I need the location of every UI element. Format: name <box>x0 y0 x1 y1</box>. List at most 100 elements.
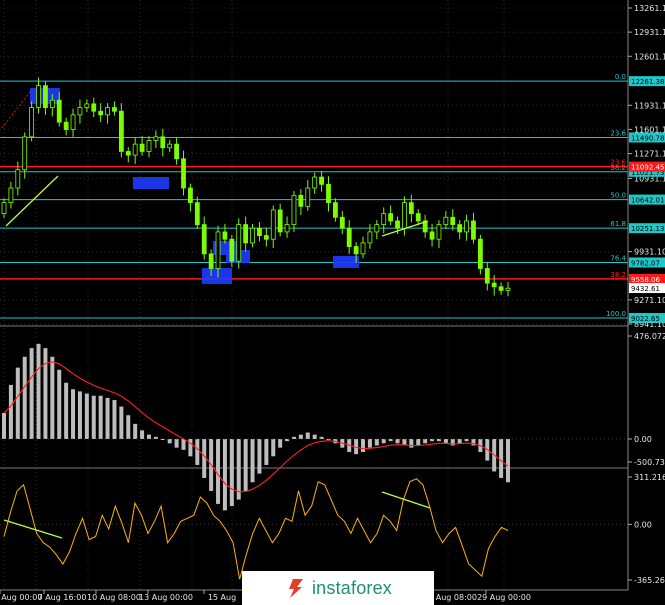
fib-price-text: 11490.78 <box>631 134 664 142</box>
candle-body <box>243 224 249 244</box>
macd-histogram-bar <box>222 439 227 511</box>
candle-body <box>326 183 331 204</box>
macd-histogram-bar <box>98 395 103 439</box>
macd-histogram-bar <box>22 356 27 439</box>
price-tick-label: 13261.10 <box>634 4 665 13</box>
candle-body <box>125 151 131 156</box>
macd-histogram-bar <box>381 439 386 444</box>
cci-line <box>3 478 509 580</box>
candle-body <box>84 103 90 108</box>
candle-body <box>284 224 290 233</box>
macd-histogram-bar <box>188 439 193 457</box>
candle-body <box>319 176 324 185</box>
macd-histogram-bar <box>140 430 145 439</box>
macd-histogram-bar <box>181 439 186 450</box>
candle-body <box>464 220 469 233</box>
time-tick-label: 15 Aug <box>208 593 236 602</box>
price-axis: 13261.1012931.1012601.1011931.1011601.10… <box>628 4 665 329</box>
candle-body <box>29 107 35 138</box>
candle-body <box>63 121 69 130</box>
candle-body <box>236 224 242 262</box>
candle-body <box>132 143 138 156</box>
instaforex-logo-icon <box>288 579 303 598</box>
price-tick-label: 12601.10 <box>634 52 665 61</box>
fib-level-label: 50.0 <box>610 192 626 200</box>
cci-divergence-trendline <box>381 491 431 509</box>
candle-body <box>415 213 421 222</box>
candle-body <box>8 187 14 204</box>
fib-level-label: 0.0 <box>615 73 626 81</box>
watermark-text: instaforex <box>311 577 393 598</box>
candle-body <box>153 136 159 141</box>
cci-tick-label: 311.2162 <box>634 473 665 482</box>
macd-histogram-bar <box>264 439 269 465</box>
oscillator-axis: 476.072 0.00 -500.734 311.2162 0.00 -365.2675 <box>628 332 665 585</box>
macd-histogram-bar <box>457 439 462 444</box>
macd-histogram-bar <box>105 397 110 439</box>
resistance-price-text: 11092.45 <box>631 164 664 172</box>
candle-body <box>312 176 318 189</box>
macd-histogram-bar <box>153 436 158 439</box>
candle-body <box>194 202 200 225</box>
candle-body <box>22 136 28 171</box>
candle-body <box>257 227 262 236</box>
fib-price-text: 9782.07 <box>631 259 660 267</box>
cci-tick-label: -365.2675 <box>634 576 665 585</box>
macd-tick-label: -500.734 <box>634 458 665 467</box>
chart-canvas: 0.023.638.250.061.876.4100.023.638.2 132… <box>0 0 665 602</box>
macd-panel <box>0 343 628 511</box>
time-tick-label: 7 Aug 16:00 <box>38 593 87 602</box>
macd-histogram-bar <box>416 439 421 446</box>
macd-histogram-bar <box>216 439 221 504</box>
candle-body <box>43 85 48 108</box>
macd-histogram-bar <box>50 356 55 439</box>
cci-panel <box>0 478 628 580</box>
current-price-text: 9432.61 <box>631 285 660 293</box>
fib-price-text: 12261.38 <box>631 78 664 86</box>
candle-body <box>105 107 110 116</box>
candle-body <box>381 213 387 225</box>
macd-histogram-bar <box>195 439 200 465</box>
macd-histogram-bar <box>305 432 310 439</box>
candle-body <box>395 220 400 229</box>
candle-body <box>402 202 407 229</box>
macd-histogram-bar <box>2 413 6 439</box>
candle-body <box>498 286 504 291</box>
time-tick-label: 5 Aug 00:00 <box>0 593 42 602</box>
cci-tick-label: 0.00 <box>634 520 652 529</box>
macd-histogram-bar <box>71 389 76 439</box>
candle-body <box>98 110 104 116</box>
macd-histogram-bar <box>298 434 303 439</box>
candle-body <box>429 231 435 240</box>
macd-histogram-bar <box>395 439 400 444</box>
candle-body <box>167 143 173 149</box>
candle-body <box>505 287 511 291</box>
candle-body <box>443 216 449 225</box>
candle-body <box>277 209 283 233</box>
candle-body <box>188 187 193 204</box>
candle-body <box>146 140 152 152</box>
candle-body <box>222 231 228 240</box>
price-tick-label: 11931.10 <box>634 101 665 110</box>
macd-histogram-bar <box>423 439 428 444</box>
price-tick-label: 11271.10 <box>634 150 665 159</box>
macd-histogram-bar <box>167 439 172 444</box>
candle-body <box>118 110 124 152</box>
macd-histogram-bar <box>126 415 131 439</box>
resistance-price-text: 9558.06 <box>631 276 660 284</box>
macd-histogram-bar <box>464 439 469 442</box>
macd-histogram-bar <box>119 406 124 439</box>
candle-body <box>201 224 207 255</box>
macd-histogram-bar <box>506 439 510 483</box>
fib-price-text: 10642.01 <box>631 197 664 205</box>
time-tick-label: 13 Aug 00:00 <box>139 593 193 602</box>
watermark: instaforex <box>242 571 434 605</box>
fib-price-text: 9022.65 <box>631 315 660 323</box>
macd-histogram-bar <box>36 343 41 439</box>
macd-histogram-bar <box>250 439 255 483</box>
macd-histogram-bar <box>8 384 13 439</box>
candle-body <box>215 231 221 269</box>
macd-histogram-bar <box>91 395 96 439</box>
candle-body <box>263 235 269 240</box>
candle-body <box>15 169 21 189</box>
